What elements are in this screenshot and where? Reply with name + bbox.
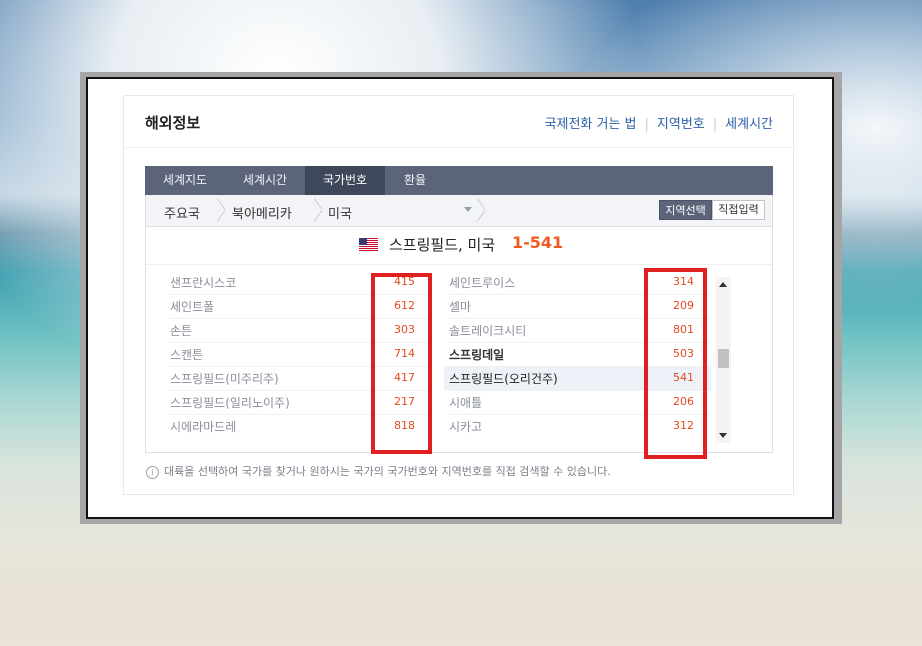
city-name: 시에라마드레 [170,420,237,434]
tab-country-code[interactable]: 국가번호 [305,166,385,195]
scroll-down-icon[interactable] [719,433,727,438]
scroll-thumb[interactable] [718,349,729,368]
link-world-time[interactable]: 세계시간 [725,117,773,132]
crumb-continent-select[interactable]: 북아메리카 [232,203,292,222]
highlight-box-left-codes [371,273,432,454]
city-name: 세인트폴 [170,300,215,314]
chevron-right-icon [216,199,226,221]
crumb-country-select[interactable]: 미국 [328,203,352,222]
tab-exchange-rate[interactable]: 환율 [385,166,445,195]
selected-code: 1-541 [512,233,564,252]
panel-title: 해외정보 [145,114,201,132]
city-name: 시애틀 [449,396,483,410]
region-breadcrumb: 주요국 북아메리카 미국 지역선택 직접입력 [145,195,773,227]
direct-input-button[interactable]: 직접입력 [712,200,765,220]
city-name: 샌프란시스코 [170,276,237,290]
link-separator: | [712,117,718,132]
info-icon: i [146,465,159,479]
list-scrollbar[interactable] [716,277,731,443]
crumb-major-countries[interactable]: 주요국 [164,203,200,222]
tab-world-map[interactable]: 세계지도 [145,166,225,195]
help-note-text: 대륙을 선택하여 국가를 찾거나 원하시는 국가의 국가번호와 지역번호를 직접… [164,465,611,478]
us-flag-icon [359,238,378,251]
chevron-right-icon [476,199,486,221]
selected-location: 스프링필드, 미국 1-541 [146,227,772,265]
city-name: 스캔튼 [170,348,204,362]
chevron-right-icon [313,199,323,221]
city-name: 손튼 [170,324,193,338]
header-links: 국제전화 거는 법 | 지역번호 | 세계시간 [545,113,773,132]
city-name: 솔트레이크시티 [449,324,527,338]
help-note: i 대륙을 선택하여 국가를 찾거나 원하시는 국가의 국가번호와 지역번호를 직… [146,463,611,479]
scroll-up-icon[interactable] [719,282,727,287]
link-separator: | [644,117,649,132]
city-name: 스프링필드(미주리주) [170,372,279,386]
region-select-button[interactable]: 지역선택 [659,200,712,220]
highlight-box-right-codes [644,268,707,459]
tab-world-time[interactable]: 세계시간 [225,166,305,195]
city-name: 스프링데일 [449,348,505,362]
link-area-code[interactable]: 지역번호 [657,117,705,132]
city-name: 세인트루이스 [449,276,516,290]
city-name: 셀마 [449,300,472,314]
chevron-down-icon[interactable] [464,207,472,212]
city-name: 시카고 [449,420,483,434]
tab-bar: 세계지도 세계시간 국가번호 환율 [145,166,773,195]
panel-header: 해외정보 국제전화 거는 법 | 지역번호 | 세계시간 [124,96,793,148]
selected-city: 스프링필드, 미국 [389,236,496,254]
link-international-call[interactable]: 국제전화 거는 법 [545,117,637,132]
city-name: 스프링필드(오리건주) [449,372,558,386]
city-name: 스프링필드(일리노이주) [170,396,290,410]
